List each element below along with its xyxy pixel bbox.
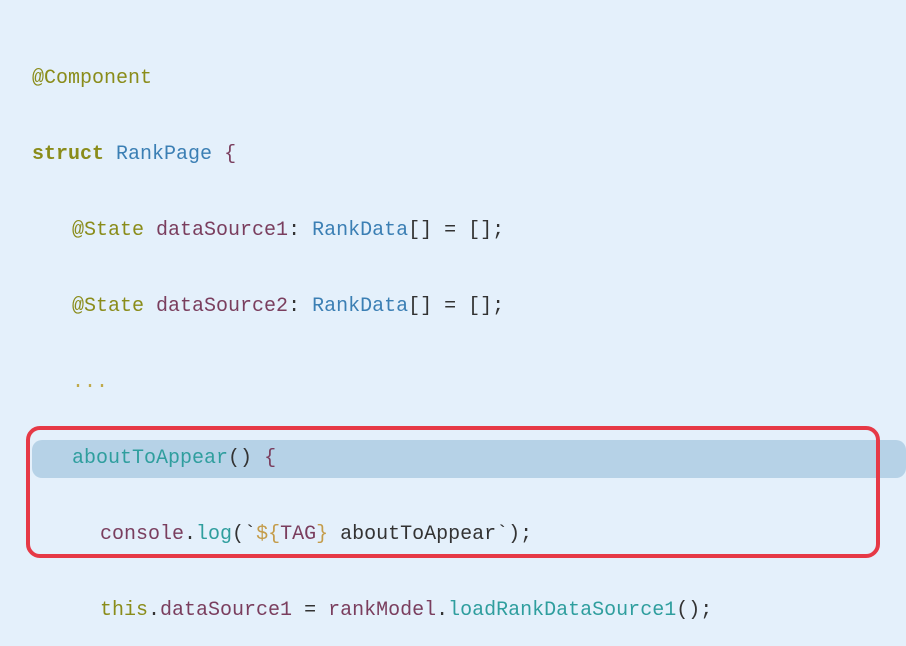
this-keyword: this — [100, 599, 148, 622]
log: log — [196, 523, 232, 546]
code-line-7: console.log(`${TAG} aboutToAppear`); — [0, 516, 906, 554]
annotation: @Component — [32, 67, 152, 90]
class-name: RankPage — [116, 143, 212, 166]
code-snippet: @Component struct RankPage { @State data… — [0, 0, 906, 646]
annotation: @State — [72, 295, 144, 318]
property: dataSource1 — [156, 219, 288, 242]
property: dataSource2 — [156, 295, 288, 318]
ellipsis: ... — [72, 371, 108, 394]
brace: { — [224, 143, 236, 166]
code-line-6-highlight: aboutToAppear() { — [32, 440, 906, 478]
code-line-3: @State dataSource1: RankData[] = []; — [0, 212, 906, 250]
type: RankData — [312, 219, 408, 242]
method-name: aboutToAppear — [72, 447, 228, 470]
code-line-5: ... — [0, 364, 906, 402]
type: RankData — [312, 295, 408, 318]
code-line-1: @Component — [0, 60, 906, 98]
annotation: @State — [72, 219, 144, 242]
code-line-2: struct RankPage { — [0, 136, 906, 174]
code-line-4: @State dataSource2: RankData[] = []; — [0, 288, 906, 326]
code-line-8: this.dataSource1 = rankModel.loadRankDat… — [0, 592, 906, 630]
keyword-struct: struct — [32, 143, 104, 166]
console: console — [100, 523, 184, 546]
